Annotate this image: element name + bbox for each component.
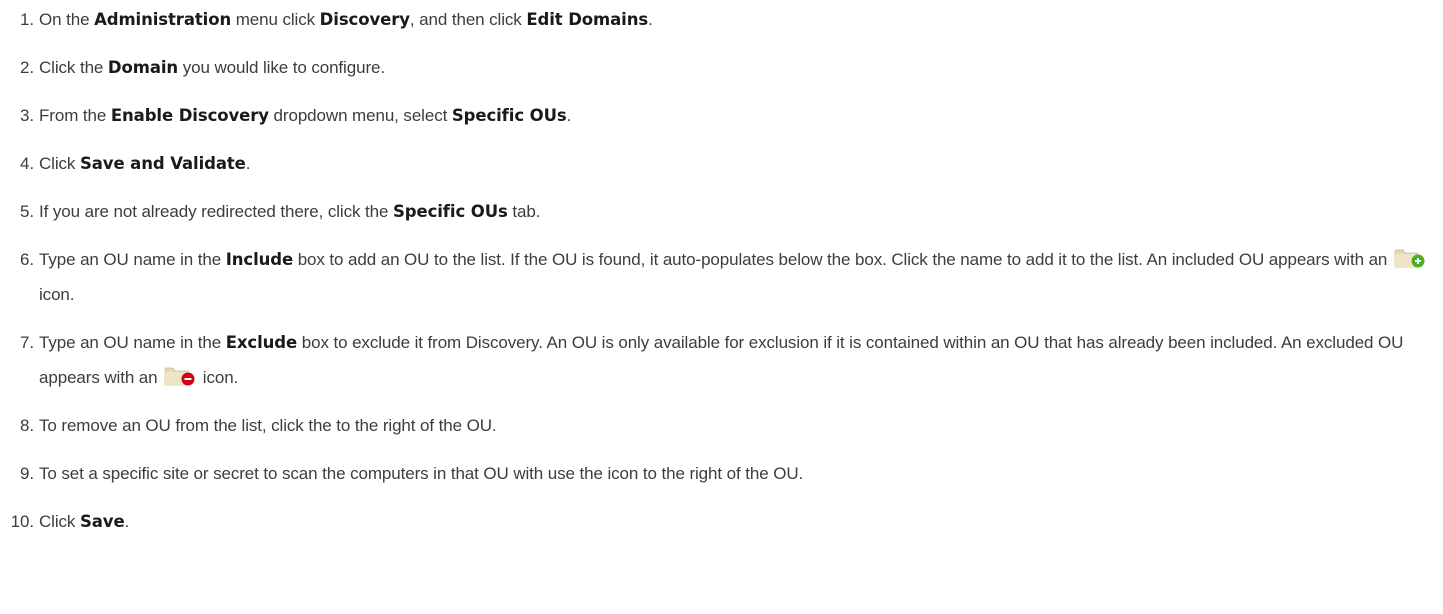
ui-term-domain: Domain (107, 58, 179, 77)
step-text: . (648, 10, 653, 29)
step-text: you would like to configure. (178, 58, 385, 77)
step-number: 4. (20, 154, 34, 173)
step-text: menu click (231, 10, 320, 29)
step-text: On the (39, 10, 95, 29)
step-text: , and then click (409, 10, 527, 29)
step-1: 1. On the Administration menu click Disco… (0, 2, 1443, 37)
ui-term-specific-ous: Specific OUs (451, 106, 567, 125)
step-text: Click (39, 154, 80, 173)
step-text: box to add an OU to the list. If the OU … (293, 250, 1392, 269)
step-text: icon. (198, 368, 239, 387)
ui-term-administration: Administration (94, 10, 232, 29)
folder-add-icon (1394, 247, 1426, 269)
step-9: 9. To set a specific site or secret to sc… (0, 456, 1443, 491)
step-text: If you are not already redirected there,… (39, 202, 393, 221)
step-4: 4. Click Save and Validate. (0, 146, 1443, 181)
step-number: 1. (20, 10, 34, 29)
step-text: Click the (39, 58, 108, 77)
step-text: . (245, 154, 251, 173)
step-text: dropdown menu, select (268, 106, 452, 125)
step-text: Click (39, 512, 80, 531)
step-5: 5. If you are not already redirected ther… (0, 194, 1443, 229)
step-7: 7. Type an OU name in the Exclude box to … (0, 325, 1443, 395)
step-number: 2. (20, 58, 34, 77)
step-number: 8. (20, 416, 34, 435)
step-number: 10. (10, 512, 34, 531)
step-2: 2. Click the Domain you would like to con… (0, 50, 1443, 85)
ui-term-specific-ous-tab: Specific OUs (392, 202, 508, 221)
step-text: To set a specific site or secret to scan… (39, 464, 804, 483)
ui-term-discovery: Discovery (319, 10, 410, 29)
step-text: To remove an OU from the list, click the… (39, 416, 497, 435)
step-text: Type an OU name in the (39, 333, 226, 352)
step-8: 8. To remove an OU from the list, click t… (0, 408, 1443, 443)
step-number: 7. (20, 333, 34, 352)
step-text: . (124, 512, 130, 531)
step-text: Type an OU name in the (39, 250, 226, 269)
ui-term-enable-discovery: Enable Discovery (110, 106, 269, 125)
step-number: 6. (20, 250, 34, 269)
step-text: tab. (507, 202, 541, 221)
step-text: icon. (39, 285, 75, 304)
ui-term-include: Include (225, 250, 294, 269)
step-number: 3. (20, 106, 34, 125)
step-6: 6. Type an OU name in the Include box to … (0, 242, 1443, 312)
step-number: 9. (20, 464, 34, 483)
ui-term-edit-domains: Edit Domains (526, 10, 649, 29)
instruction-steps: 1. On the Administration menu click Disco… (0, 2, 1443, 539)
step-text: From the (39, 106, 111, 125)
ui-term-exclude: Exclude (225, 333, 298, 352)
step-number: 5. (20, 202, 34, 221)
folder-remove-icon (164, 365, 196, 387)
step-3: 3. From the Enable Discovery dropdown men… (0, 98, 1443, 133)
ui-term-save-and-validate: Save and Validate (79, 154, 246, 173)
step-text: . (566, 106, 572, 125)
step-10: 10. Click Save. (0, 504, 1443, 539)
ui-term-save: Save (79, 512, 125, 531)
